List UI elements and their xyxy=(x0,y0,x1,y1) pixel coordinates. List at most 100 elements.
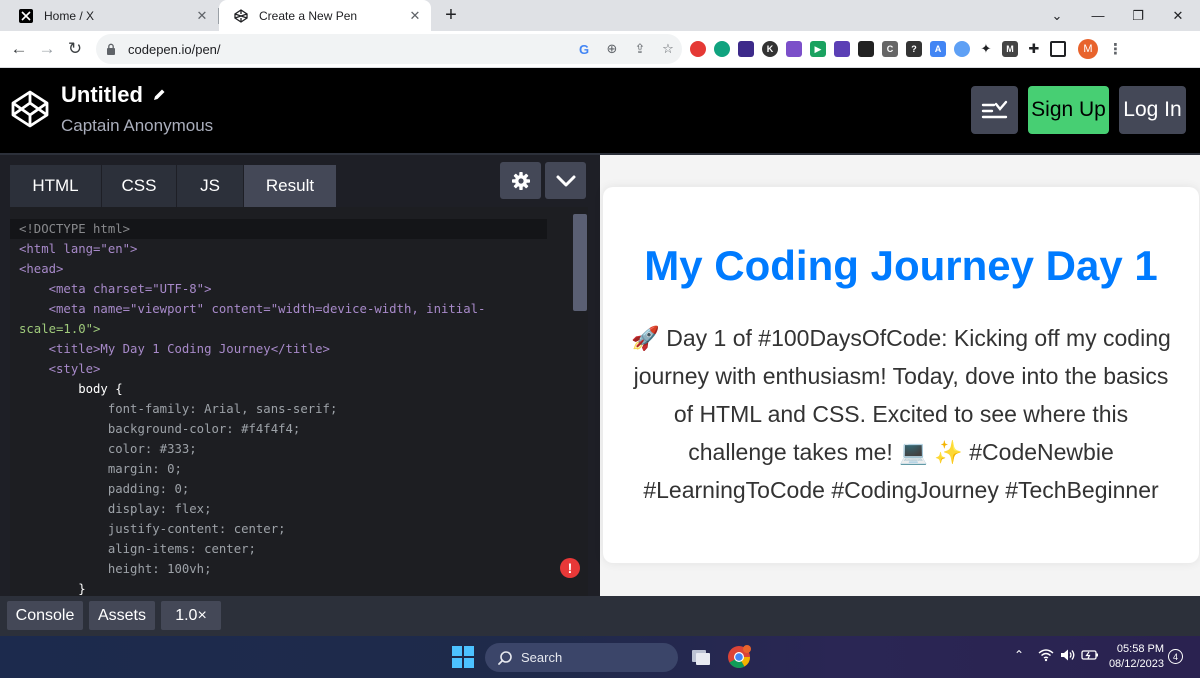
assets-button[interactable]: Assets xyxy=(89,601,155,630)
tab-html[interactable]: HTML xyxy=(10,165,101,207)
zoom-button[interactable]: 1.0× xyxy=(161,601,221,630)
code-line: <head> xyxy=(19,262,64,276)
tab-css[interactable]: CSS xyxy=(102,165,176,207)
clock-date: 08/12/2023 xyxy=(1108,658,1164,670)
tab-search-icon[interactable]: ⌄ xyxy=(1037,0,1077,31)
reload-icon[interactable]: ↻ xyxy=(62,36,88,62)
chrome-taskbar-icon[interactable] xyxy=(724,642,754,672)
minimize-icon[interactable]: — xyxy=(1078,0,1118,31)
sign-up-button[interactable]: Sign Up xyxy=(1028,86,1109,134)
browser-tab-codepen[interactable]: Create a New Pen ✕ xyxy=(219,0,431,31)
pokeball-extension-icon[interactable] xyxy=(690,41,706,57)
code-line: margin: 0; xyxy=(19,462,182,476)
collapse-editor-button[interactable] xyxy=(545,162,586,199)
url-text: codepen.io/pen/ xyxy=(128,41,221,57)
back-arrow-icon[interactable]: ← xyxy=(6,36,32,62)
tab-js[interactable]: JS xyxy=(177,165,243,207)
lock-icon xyxy=(106,43,120,56)
maximize-icon[interactable]: ❐ xyxy=(1118,0,1158,31)
question-extension-icon[interactable]: ? xyxy=(906,41,922,57)
log-in-button[interactable]: Log In xyxy=(1119,86,1186,134)
browser-tab-x[interactable]: Home / X ✕ xyxy=(4,0,218,31)
close-tab-icon[interactable]: ✕ xyxy=(194,8,210,24)
square-extension-icon[interactable] xyxy=(858,41,874,57)
clock-time: 05:58 PM xyxy=(1116,643,1164,655)
battery-icon[interactable] xyxy=(1081,648,1099,665)
k-extension-icon[interactable]: K xyxy=(762,41,778,57)
code-line: <style> xyxy=(19,362,101,376)
windows-taskbar: Search ⌃ 05:58 PM 08/12/2023 4 xyxy=(0,636,1200,678)
gear-icon xyxy=(511,171,530,190)
code-line: height: 100vh; xyxy=(19,562,212,576)
play-extension-icon[interactable]: ▶ xyxy=(810,41,826,57)
chevron-down-icon xyxy=(556,175,575,186)
c-extension-icon[interactable]: C xyxy=(882,41,898,57)
result-heading: My Coding Journey Day 1 xyxy=(644,242,1158,289)
openai-extension-icon[interactable] xyxy=(714,41,730,57)
new-tab-icon[interactable]: + xyxy=(440,4,462,26)
codepen-logo-icon[interactable] xyxy=(10,89,50,129)
wolf-extension-icon[interactable] xyxy=(738,41,754,57)
settings-button[interactable] xyxy=(500,162,541,199)
share-icon[interactable]: ⇪ xyxy=(626,37,654,61)
editor-scrollbar[interactable] xyxy=(573,214,587,311)
code-line: color: #333; xyxy=(19,442,197,456)
bookmark-star-icon[interactable]: ☆ xyxy=(654,37,682,61)
forward-arrow-icon[interactable]: → xyxy=(34,36,60,62)
code-line: <title>My Day 1 Coding Journey</title> xyxy=(19,342,330,356)
close-tab-icon[interactable]: ✕ xyxy=(407,8,423,24)
code-line: <meta name="viewport" content="width=dev… xyxy=(19,302,486,316)
code-line: <html lang="en"> xyxy=(19,242,138,256)
side-panel-icon[interactable] xyxy=(1050,41,1066,57)
tab-title: Home / X xyxy=(44,8,95,23)
tab-result[interactable]: Result xyxy=(244,165,336,207)
search-label: Search xyxy=(521,650,563,665)
gem-extension-icon[interactable] xyxy=(834,41,850,57)
taskbar-clock[interactable]: 05:58 PM 08/12/2023 xyxy=(1104,642,1164,672)
close-window-icon[interactable]: ✕ xyxy=(1158,0,1198,31)
code-line: body { xyxy=(19,382,123,396)
code-area[interactable]: <!DOCTYPE html> <html lang="en"> <head> … xyxy=(10,207,588,596)
change-view-button[interactable] xyxy=(971,86,1018,134)
code-line: padding: 0; xyxy=(19,482,190,496)
result-body-text: 🚀 Day 1 of #100DaysOfCode: Kicking off m… xyxy=(631,325,1171,503)
notification-badge[interactable]: 4 xyxy=(1168,649,1183,664)
pencil-icon[interactable] xyxy=(151,87,167,103)
sparkle-extension-icon[interactable]: ✦ xyxy=(978,41,994,57)
code-line: } xyxy=(19,582,86,596)
search-icon xyxy=(498,650,512,665)
code-line: background-color: #f4f4f4; xyxy=(19,422,301,436)
tab-title: Create a New Pen xyxy=(259,8,358,23)
task-view-icon[interactable] xyxy=(686,642,716,672)
pen-title-text: Untitled xyxy=(61,82,143,107)
pen-title[interactable]: Untitled xyxy=(61,82,167,108)
zoom-icon[interactable]: ⊕ xyxy=(598,37,626,61)
error-alert-icon[interactable]: ! xyxy=(560,558,580,578)
translate-extension-icon[interactable]: A xyxy=(930,41,946,57)
code-line: align-items: center; xyxy=(19,542,256,556)
codepen-icon xyxy=(233,8,249,24)
code-line: justify-content: center; xyxy=(19,522,286,536)
code-line: <!DOCTYPE html> xyxy=(19,222,131,236)
feather-extension-icon[interactable] xyxy=(786,41,802,57)
taskbar-search[interactable]: Search xyxy=(485,643,678,672)
puzzle-extensions-icon[interactable]: ✚ xyxy=(1026,41,1042,57)
extensions-bar: K ▶ C ? A ✦ M ✚ M ⋮ xyxy=(690,39,1123,59)
wifi-icon[interactable] xyxy=(1038,648,1054,665)
address-bar[interactable]: codepen.io/pen/ G ⊕ ⇪ ☆ xyxy=(96,34,682,64)
tray-chevron-up-icon[interactable]: ⌃ xyxy=(1014,648,1024,662)
console-button[interactable]: Console xyxy=(7,601,83,630)
result-card: My Coding Journey Day 1 🚀 Day 1 of #100D… xyxy=(603,187,1199,563)
editor-tabs: HTML CSS JS Result xyxy=(0,155,600,207)
search-extension-icon[interactable] xyxy=(954,41,970,57)
pen-author: Captain Anonymous xyxy=(61,116,214,135)
profile-avatar[interactable]: M xyxy=(1078,39,1098,59)
editor-bottom-bar: Console Assets 1.0× xyxy=(0,596,1200,636)
windows-start-icon[interactable] xyxy=(452,646,474,668)
code-line: display: flex; xyxy=(19,502,212,516)
m-extension-icon[interactable]: M xyxy=(1002,41,1018,57)
code-line: scale=1.0"> xyxy=(19,322,101,336)
volume-icon[interactable] xyxy=(1060,648,1076,665)
google-icon[interactable]: G xyxy=(570,37,598,61)
menu-kebab-icon[interactable]: ⋮ xyxy=(1108,40,1123,58)
